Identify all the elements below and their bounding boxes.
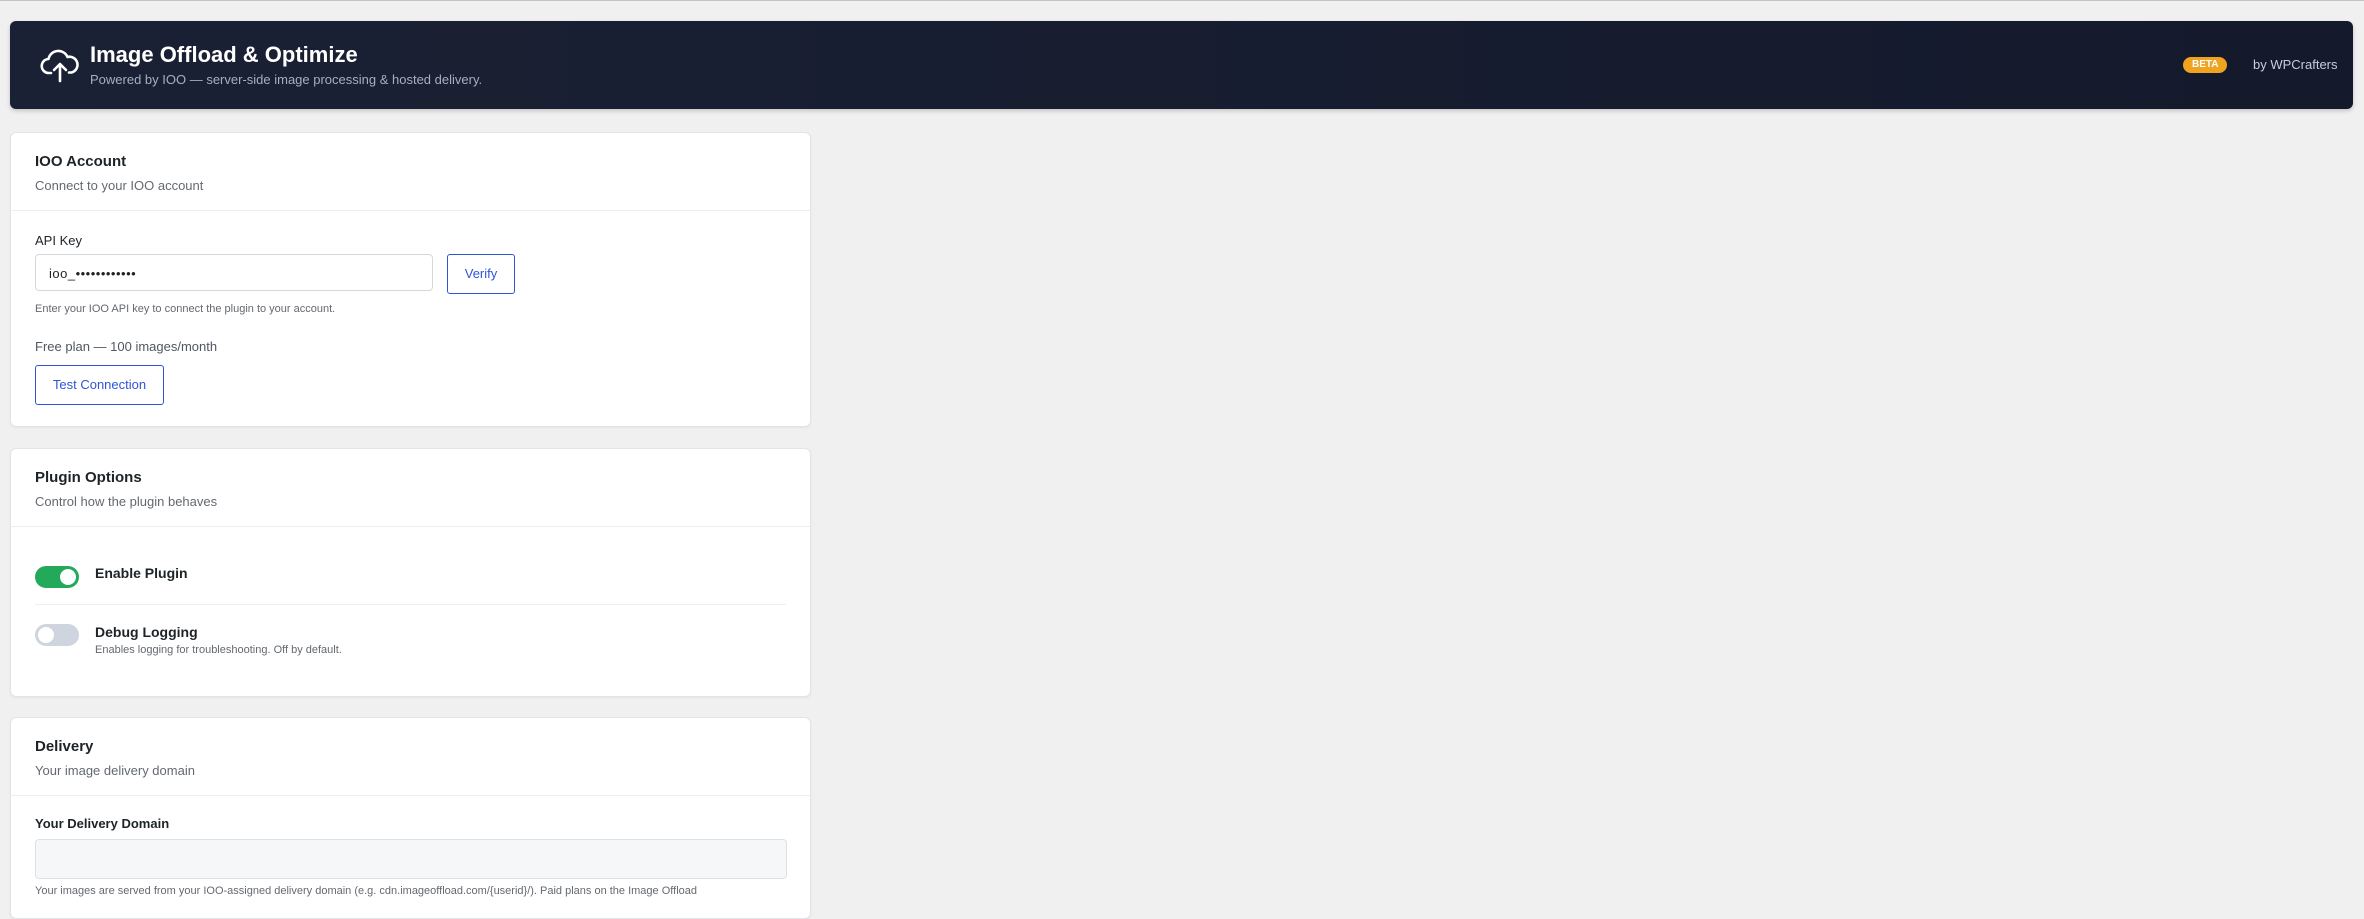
delivery-card-header: Delivery Your image delivery domain: [11, 718, 810, 796]
options-card-title: Plugin Options: [35, 469, 142, 486]
test-connection-button[interactable]: Test Connection: [35, 365, 164, 405]
verify-button[interactable]: Verify: [447, 254, 515, 294]
delivery-domain-label: Your Delivery Domain: [35, 816, 170, 831]
account-card-subtitle: Connect to your IOO account: [35, 178, 204, 193]
option-divider: [35, 604, 786, 605]
page-subtitle: Powered by IOO — server-side image proce…: [90, 72, 483, 87]
top-border: [0, 0, 2364, 1]
delivery-card: Delivery Your image delivery domain Your…: [10, 717, 811, 919]
options-card-header: Plugin Options Control how the plugin be…: [11, 449, 810, 527]
delivery-card-title: Delivery: [35, 738, 94, 755]
toggle-knob: [38, 627, 54, 643]
beta-badge: BETA: [2183, 57, 2228, 73]
enable-plugin-label: Enable Plugin: [95, 565, 188, 581]
options-card: Plugin Options Control how the plugin be…: [10, 448, 811, 697]
page-title: Image Offload & Optimize: [90, 42, 358, 67]
delivery-domain-input[interactable]: [35, 839, 787, 879]
cloud-upload-icon: [40, 49, 79, 83]
api-key-label: API Key: [35, 233, 82, 248]
delivery-card-subtitle: Your image delivery domain: [35, 763, 195, 778]
account-card-header: IOO Account Connect to your IOO account: [11, 133, 810, 211]
toggle-knob: [60, 569, 76, 585]
plugin-header: Image Offload & Optimize Powered by IOO …: [10, 21, 2353, 109]
api-key-input[interactable]: ioo_••••••••••••: [35, 254, 433, 291]
enable-plugin-toggle[interactable]: [35, 566, 79, 588]
account-card: IOO Account Connect to your IOO account …: [10, 132, 811, 427]
debug-logging-description: Enables logging for troubleshooting. Off…: [95, 644, 342, 656]
debug-logging-label: Debug Logging: [95, 624, 198, 640]
account-card-title: IOO Account: [35, 153, 127, 170]
api-key-help: Enter your IOO API key to connect the pl…: [35, 303, 336, 315]
delivery-domain-help: Your images are served from your IOO-ass…: [35, 885, 697, 897]
plan-status: Free plan — 100 images/month: [35, 339, 218, 354]
debug-logging-toggle[interactable]: [35, 624, 79, 646]
author-byline: by WPCrafters: [2253, 57, 2338, 72]
options-card-subtitle: Control how the plugin behaves: [35, 494, 218, 509]
